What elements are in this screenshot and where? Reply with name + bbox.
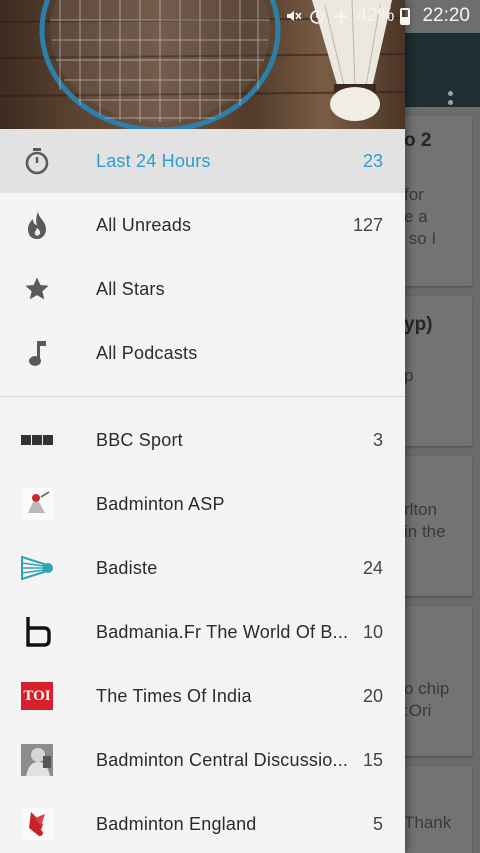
feed-item-badiste[interactable]: Badiste 24 [0,536,405,600]
feed-label: Badminton Central Discussio... [96,749,349,770]
divider [0,396,405,397]
nav-item-all-stars[interactable]: All Stars [0,257,405,321]
feed-item-badminton-england[interactable]: Badminton England 5 [0,792,405,853]
nav-item-label: All Podcasts [96,342,198,363]
article-snippet-fragment: Thank [404,813,452,832]
nav-item-count: 127 [352,214,383,235]
article-snippet-fragment: rlton in the [404,500,446,541]
feed-count: 20 [362,685,383,706]
bbc-logo-icon [20,423,54,457]
mute-icon [287,11,303,21]
feed-count: 24 [362,557,383,578]
article-snippet-fragment: p [404,366,414,385]
feed-item-badminton-asp[interactable]: Badminton ASP [0,472,405,536]
feed-label: The Times Of India [96,685,252,706]
feed-count: 15 [362,749,383,770]
nav-item-label: Last 24 Hours [96,150,211,171]
badminton-england-logo-icon [20,807,54,841]
star-icon [22,274,52,304]
feed-label: BBC Sport [96,429,183,450]
feed-label: Badminton ASP [96,493,225,514]
feed-count: 3 [372,429,383,450]
feed-item-badmania[interactable]: Badmania.Fr The World Of B... 10 [0,600,405,664]
article-title-fragment: yp) [404,314,433,335]
feed-count: 5 [372,813,383,834]
feed-count: 10 [362,621,383,642]
shuttlecock-icon [20,551,54,585]
badminton-asp-logo-icon [20,487,54,521]
badmania-b-logo-icon [20,615,54,649]
nav-item-count: 23 [362,150,383,171]
feed-item-badminton-central[interactable]: Badminton Central Discussio... 15 [0,728,405,792]
feed-item-bbc-sport[interactable]: BBC Sport 3 [0,408,405,472]
flame-icon [22,210,52,240]
stopwatch-icon [22,146,52,176]
nav-item-all-unreads[interactable]: All Unreads 127 [0,193,405,257]
nav-item-label: All Unreads [96,214,192,235]
nav-item-all-podcasts[interactable]: All Podcasts [0,321,405,385]
airplane-mode-icon [334,8,349,24]
feed-label: Badmania.Fr The World Of B... [96,621,349,642]
feed-label: Badminton England [96,813,257,834]
alarm-icon [310,10,325,24]
feed-item-times-of-india[interactable]: TOI The Times Of India 20 [0,664,405,728]
battery-percent: 42% [356,5,395,26]
navigation-drawer: Last 24 Hours 23 All Unreads 127 All Sta… [0,0,405,853]
battery-icon [400,7,411,25]
article-title-fragment: o 2 [404,130,432,151]
feed-label: Badiste [96,557,158,578]
article-snippet-fragment: for e a so I [404,185,437,248]
nav-item-last-24-hours[interactable]: Last 24 Hours 23 [0,129,405,193]
nav-item-label: All Stars [96,278,165,299]
toi-logo-icon: TOI [20,679,54,713]
article-snippet-fragment: o chip :Ori [404,679,450,720]
player-avatar-icon [20,743,54,777]
status-bar: 42% 22:20 [0,0,480,33]
music-note-icon [22,338,52,368]
clock: 22:20 [422,5,470,26]
